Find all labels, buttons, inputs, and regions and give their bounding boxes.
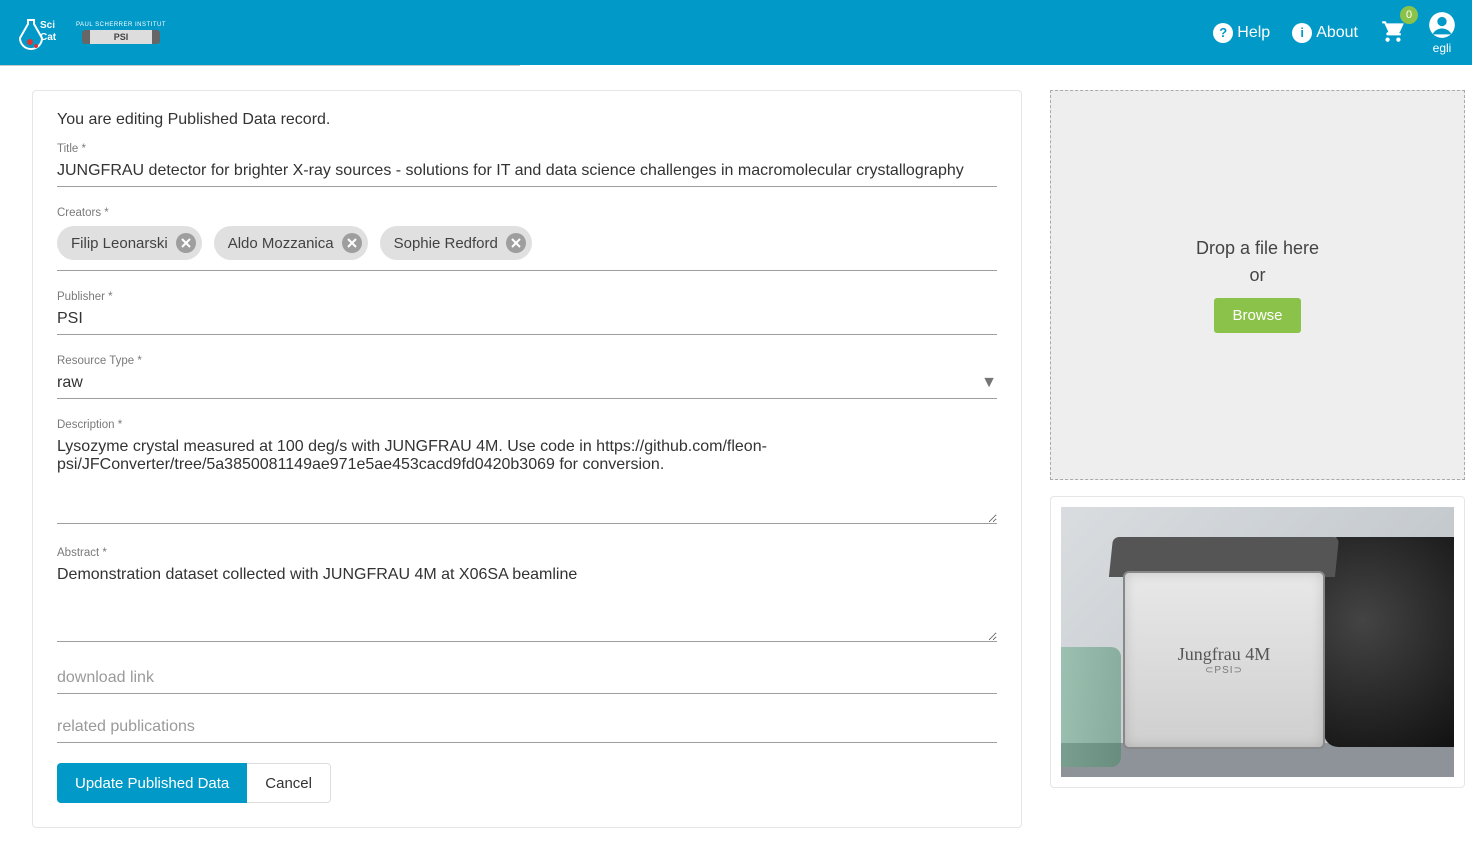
creator-chip: Filip Leonarski: [57, 226, 202, 260]
edit-form-card: You are editing Published Data record. T…: [32, 90, 1022, 828]
help-label: Help: [1237, 24, 1270, 42]
svg-text:Cat: Cat: [40, 32, 57, 43]
editing-notice: You are editing Published Data record.: [57, 111, 997, 129]
related-publications-field: [57, 714, 997, 743]
publisher-label: Publisher *: [57, 291, 997, 303]
psi-logo-text: PAUL SCHERRER INSTITUT: [76, 22, 166, 28]
cart-icon: [1380, 18, 1406, 44]
help-link[interactable]: ? Help: [1213, 23, 1270, 43]
help-icon: ?: [1213, 23, 1233, 43]
publisher-input[interactable]: [57, 306, 997, 335]
download-link-input[interactable]: [57, 665, 997, 694]
page-content: You are editing Published Data record. T…: [0, 66, 1472, 852]
creators-chips[interactable]: Filip Leonarski Aldo Mozzanica Sophie Re…: [57, 222, 997, 271]
title-input[interactable]: [57, 158, 997, 187]
cart-count-badge: 0: [1400, 6, 1418, 24]
scicat-logo[interactable]: Sci Cat: [16, 12, 62, 54]
dropzone-text: Drop a file here: [1196, 238, 1319, 259]
chip-remove-icon[interactable]: [506, 233, 526, 253]
chip-remove-icon[interactable]: [342, 233, 362, 253]
chevron-down-icon: ▼: [981, 374, 997, 392]
download-link-field: [57, 665, 997, 694]
psi-logo-bar: PSI: [82, 30, 160, 44]
abstract-field: Abstract * Demonstration dataset collect…: [57, 547, 997, 645]
creators-label: Creators *: [57, 207, 997, 219]
cart-button[interactable]: 0: [1380, 18, 1406, 47]
thumbnail-image[interactable]: Jungfrau 4M ⊂PSI⊃: [1061, 507, 1454, 777]
svg-text:Sci: Sci: [40, 20, 55, 31]
account-label: egli: [1433, 41, 1452, 55]
about-label: About: [1316, 24, 1358, 42]
psi-logo[interactable]: PAUL SCHERRER INSTITUT PSI: [82, 18, 160, 48]
related-publications-input[interactable]: [57, 714, 997, 743]
creator-chip: Aldo Mozzanica: [214, 226, 368, 260]
right-column: Drop a file here or Browse Jungfrau 4M ⊂…: [1050, 90, 1465, 828]
cancel-button[interactable]: Cancel: [247, 763, 331, 803]
account-menu[interactable]: egli: [1428, 11, 1456, 55]
dropzone-or: or: [1249, 265, 1265, 286]
creator-chip-label: Aldo Mozzanica: [228, 235, 334, 252]
title-label: Title *: [57, 143, 997, 155]
browse-button[interactable]: Browse: [1214, 298, 1300, 333]
device-sublabel: ⊂PSI⊃: [1205, 665, 1243, 676]
form-actions: Update Published Data Cancel: [57, 763, 997, 803]
abstract-input[interactable]: Demonstration dataset collected with JUN…: [57, 562, 997, 642]
update-button[interactable]: Update Published Data: [57, 763, 247, 803]
resource-type-value: raw: [57, 374, 83, 392]
account-icon: [1428, 11, 1456, 39]
description-field: Description * Lysozyme crystal measured …: [57, 419, 997, 527]
abstract-label: Abstract *: [57, 547, 997, 559]
creator-chip: Sophie Redford: [380, 226, 532, 260]
resource-type-select[interactable]: raw ▼: [57, 370, 997, 399]
creator-chip-label: Sophie Redford: [394, 235, 498, 252]
publisher-field: Publisher *: [57, 291, 997, 335]
device-label: Jungfrau 4M: [1178, 644, 1271, 665]
resource-type-label: Resource Type *: [57, 355, 997, 367]
thumbnail-card: Jungfrau 4M ⊂PSI⊃: [1050, 496, 1465, 788]
file-dropzone[interactable]: Drop a file here or Browse: [1050, 90, 1465, 480]
creator-chip-label: Filip Leonarski: [71, 235, 168, 252]
title-field: Title *: [57, 143, 997, 187]
description-input[interactable]: Lysozyme crystal measured at 100 deg/s w…: [57, 434, 997, 524]
about-link[interactable]: i About: [1292, 23, 1358, 43]
logo-group: Sci Cat PAUL SCHERRER INSTITUT PSI: [16, 12, 160, 54]
chip-remove-icon[interactable]: [176, 233, 196, 253]
app-header: Sci Cat PAUL SCHERRER INSTITUT PSI ? Hel…: [0, 0, 1472, 65]
creators-field: Creators * Filip Leonarski Aldo Mozzanic…: [57, 207, 997, 271]
header-links: ? Help i About 0 egli: [1213, 11, 1456, 55]
info-icon: i: [1292, 23, 1312, 43]
resource-type-field: Resource Type * raw ▼: [57, 355, 997, 399]
description-label: Description *: [57, 419, 997, 431]
